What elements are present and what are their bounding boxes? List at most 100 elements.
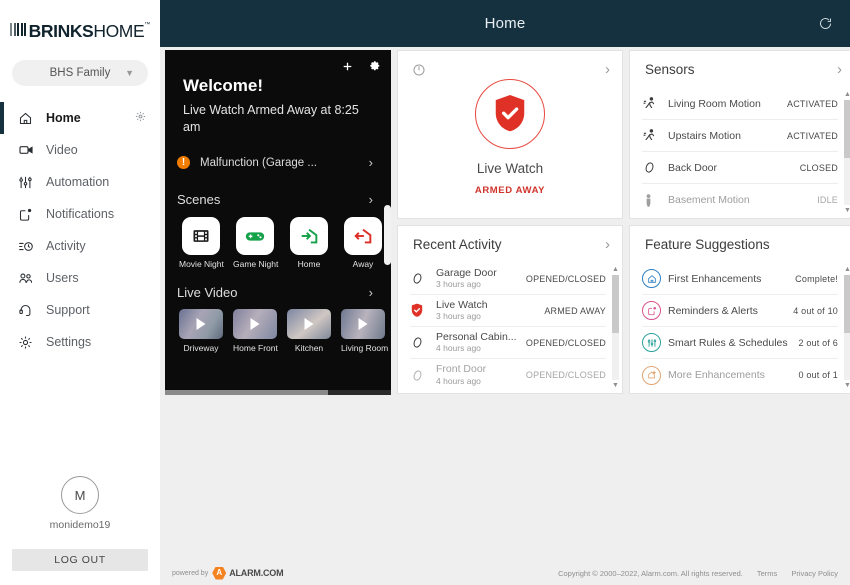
recent-activity-card: Recent Activity › Garage Door 3 hours ag…: [397, 225, 623, 394]
scroll-up-icon[interactable]: ▲: [844, 91, 850, 98]
privacy-policy-link[interactable]: Privacy Policy: [791, 569, 838, 578]
sensors-card: Sensors › Living Room Motion ACTIVATED U…: [629, 50, 850, 219]
camera-label: Home Front: [233, 342, 278, 353]
scene-movie-night[interactable]: Movie Night: [179, 216, 224, 269]
scroll-up-icon[interactable]: ▲: [844, 266, 850, 273]
sidebar-item-video[interactable]: Video: [0, 134, 160, 166]
camera-label: Living Room: [341, 342, 389, 353]
logout-button[interactable]: LOG OUT: [12, 549, 148, 571]
scroll-down-icon[interactable]: ▼: [844, 207, 850, 214]
list-item-value: 4 out of 10: [793, 305, 838, 316]
shield-check-icon[interactable]: [475, 79, 545, 149]
scrollbar-track[interactable]: [612, 275, 619, 380]
list-item[interactable]: Back Door CLOSED: [642, 152, 838, 184]
live-watch-card: › Live Watch ARMED AWAY: [397, 50, 623, 219]
alarm-com-logo: A ALARM.COM: [212, 566, 284, 580]
feature-suggestions-scrollbar[interactable]: ▲ ▼: [843, 266, 850, 389]
list-item[interactable]: Upstairs Motion ACTIVATED: [642, 120, 838, 152]
sensors-header[interactable]: Sensors ›: [630, 51, 850, 88]
recent-activity-scrollbar[interactable]: ▲ ▼: [611, 266, 620, 389]
avatar[interactable]: M: [61, 476, 99, 514]
terms-link[interactable]: Terms: [757, 569, 777, 578]
list-item[interactable]: First Enhancements Complete!: [642, 263, 838, 295]
scene-away[interactable]: Away: [341, 216, 385, 269]
scrollbar-thumb[interactable]: [612, 275, 619, 333]
sidebar-item-users[interactable]: Users: [0, 262, 160, 294]
scrollbar-track[interactable]: [844, 275, 850, 380]
recent-activity-header[interactable]: Recent Activity ›: [398, 226, 622, 263]
scenes-header[interactable]: Scenes ›: [177, 192, 379, 207]
gamepad-icon: [236, 216, 274, 255]
list-item[interactable]: More Enhancements 0 out of 1: [642, 359, 838, 391]
list-item[interactable]: Basement Motion IDLE: [642, 184, 838, 216]
list-item[interactable]: Front Door 4 hours ago OPENED/CLOSED: [410, 359, 606, 391]
sidebar-item-label: Activity: [46, 239, 86, 253]
chevron-right-icon[interactable]: ›: [605, 61, 610, 78]
scrollbar-track[interactable]: [844, 100, 850, 205]
arrow-out-of-house-icon: [344, 216, 382, 255]
refresh-icon[interactable]: [814, 13, 836, 35]
list-item[interactable]: Reminders & Alerts 4 out of 10: [642, 295, 838, 327]
camera-thumbnail: [341, 308, 385, 339]
list-item[interactable]: Personal Cabin... 4 hours ago OPENED/CLO…: [410, 327, 606, 359]
plus-icon[interactable]: [341, 60, 354, 78]
scene-label: Away: [352, 258, 374, 269]
camera-living-room[interactable]: Living Room: [341, 308, 389, 353]
list-item-time: 3 hours ago: [436, 279, 481, 289]
brinks-bars-icon: [10, 22, 28, 43]
list-item-value: 0 out of 1: [798, 370, 838, 380]
scene-label: Home: [297, 258, 321, 269]
status-badge: ARMED AWAY: [474, 185, 546, 196]
scroll-down-icon[interactable]: ▼: [844, 382, 850, 389]
scrollbar-thumb[interactable]: [844, 100, 850, 158]
list-item-name: Living Room Motion: [668, 97, 761, 110]
sidebar-nav: Home Video Automation Notifications Acti…: [0, 102, 160, 358]
sidebar-item-automation[interactable]: Automation: [0, 166, 160, 198]
list-item-value: Complete!: [795, 273, 838, 284]
camera-home-front[interactable]: Home Front: [233, 308, 278, 353]
list-item[interactable]: Live Watch 3 hours ago ARMED AWAY: [410, 295, 606, 327]
sidebar-item-activity[interactable]: Activity: [0, 230, 160, 262]
sidebar-item-support[interactable]: Support: [0, 294, 160, 326]
home-badge-icon: [642, 269, 668, 288]
live-video-header[interactable]: Live Video ›: [177, 285, 379, 300]
notification-icon: [18, 207, 42, 222]
scene-game-night[interactable]: Game Night: [233, 216, 278, 269]
gear-icon[interactable]: [135, 111, 146, 125]
power-icon[interactable]: [412, 63, 426, 82]
chevron-right-icon[interactable]: ›: [837, 61, 842, 78]
chevron-right-icon[interactable]: ›: [605, 236, 610, 253]
list-item-name: Upstairs Motion: [668, 129, 741, 142]
live-watch-name: Live Watch: [476, 161, 544, 176]
brand-tm: ™: [144, 21, 150, 28]
malfunction-alert[interactable]: ! Malfunction (Garage ... ›: [177, 150, 379, 176]
welcome-card-hscrollbar[interactable]: [165, 390, 391, 395]
shield-check-icon: [410, 303, 436, 318]
sidebar-item-home[interactable]: Home: [0, 102, 160, 134]
scroll-up-icon[interactable]: ▲: [612, 266, 619, 273]
camera-kitchen[interactable]: Kitchen: [287, 308, 331, 353]
list-item[interactable]: Garage Door 3 hours ago OPENED/CLOSED: [410, 263, 606, 295]
gear-icon[interactable]: [368, 60, 381, 78]
scene-home[interactable]: Home: [287, 216, 331, 269]
sensors-scrollbar[interactable]: ▲ ▼: [843, 91, 850, 214]
scrollbar-thumb[interactable]: [844, 275, 850, 333]
camera-driveway[interactable]: Driveway: [179, 308, 223, 353]
list-item-name: Personal Cabin...: [436, 330, 517, 343]
live-video-title: Live Video: [177, 284, 238, 300]
scroll-down-icon[interactable]: ▼: [612, 382, 619, 389]
list-item[interactable]: Living Room Motion ACTIVATED: [642, 88, 838, 120]
family-selector[interactable]: BHS Family ▼: [12, 60, 148, 86]
camera-label: Kitchen: [294, 342, 324, 353]
sidebar-item-settings[interactable]: Settings: [0, 326, 160, 358]
welcome-card-scrollbar[interactable]: [384, 205, 391, 265]
powered-by-label: powered by: [172, 569, 209, 577]
video-camera-icon: [18, 142, 42, 158]
sidebar-item-notifications[interactable]: Notifications: [0, 198, 160, 230]
list-item[interactable]: Smart Rules & Schedules 2 out of 6: [642, 327, 838, 359]
chevron-down-icon: ▼: [125, 68, 134, 78]
scenes-row: Movie Night Game Night Home Away: [179, 216, 391, 269]
list-item-state: CLOSED: [799, 162, 838, 173]
headset-icon: [18, 303, 42, 318]
list-item-name: Garage Door: [436, 266, 497, 279]
